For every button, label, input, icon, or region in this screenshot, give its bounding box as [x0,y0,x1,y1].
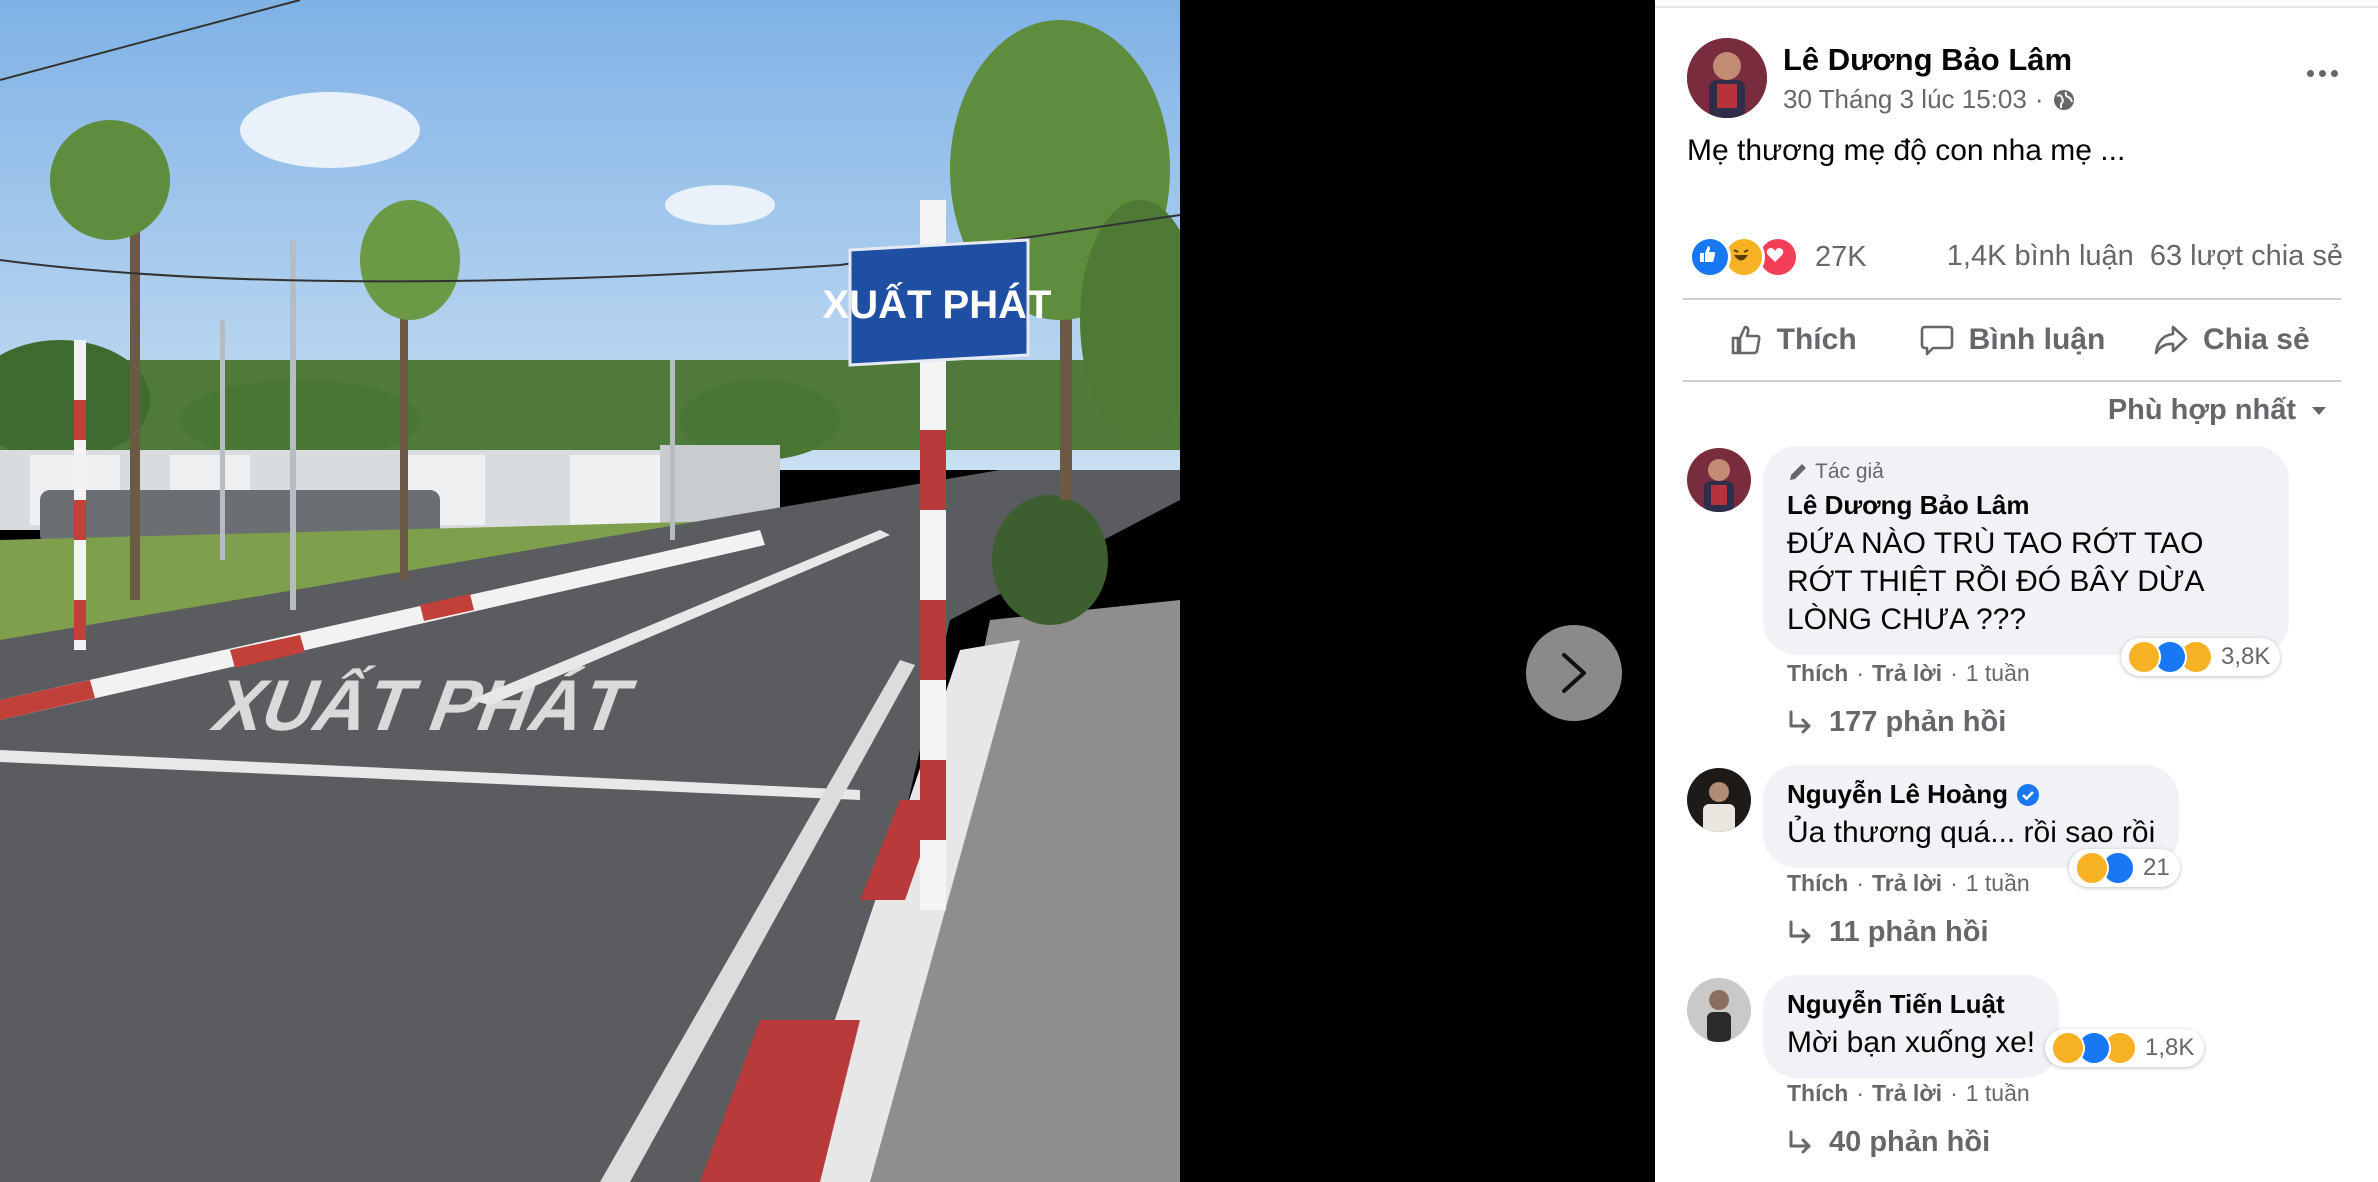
commenter-name[interactable]: Nguyễn Lê Hoàng [1787,779,2155,810]
comment-reaction-count: 1,8K [2145,1034,2195,1061]
comment-like-link[interactable]: Thích [1787,870,1848,897]
comment-text: Mời bạn xuống xe! [1787,1026,2036,1059]
author-badge-label: Tác giả [1815,460,1884,483]
post-photo[interactable]: XUẤT PHÁT XUẤT PHÁT [0,0,1180,1182]
comment-actions: Thích · Trả lời · 1 tuần [1787,660,2030,687]
comment-actions: Thích · Trả lời · 1 tuần [1787,870,2030,897]
thumbs-up-icon [1731,325,1761,355]
comments-count-link[interactable]: 1,4K bình luận [1947,240,2134,273]
divider [1655,6,2378,8]
chevron-right-icon [1562,653,1586,693]
replies-count: 177 phản hồi [1829,706,2007,738]
pencil-icon [1790,464,1806,480]
dot-separator: · [1856,870,1865,896]
comment-actions: Thích · Trả lời · 1 tuần [1787,1080,2030,1107]
commenter-avatar[interactable] [1687,448,1751,512]
globe-icon [2053,89,2074,110]
sign-text: XUẤT PHÁT [823,281,1052,327]
dot-icon [2319,70,2326,77]
haha-reaction-icon [2127,640,2161,674]
comment-text: ĐỨA NÀO TRÙ TAO RỚT TAO RỚT THIỆT RỒI ĐÓ… [1787,527,2204,636]
like-reaction-icon [1689,236,1731,278]
comment-sort-dropdown[interactable]: Phù hợp nhất [2108,394,2328,427]
next-photo-button[interactable] [1526,625,1622,721]
comment-reply-link[interactable]: Trả lời [1872,870,1942,897]
reaction-count: 27K [1815,240,1867,273]
view-replies-link[interactable]: 40 phản hồi [1787,1126,1990,1159]
view-replies-link[interactable]: 11 phản hồi [1787,916,1989,949]
comment-like-link[interactable]: Thích [1787,660,1848,687]
divider [1683,380,2341,382]
comment-reactions[interactable]: 3,8K [2121,638,2281,676]
reaction-summary[interactable]: 27K [1689,236,1867,278]
author-badge: Tác giả [1787,460,2265,484]
comment-reaction-count: 21 [2143,854,2170,881]
commenter-avatar[interactable] [1687,978,1751,1042]
road-text: XUẤT PHÁT [203,665,644,745]
commenter-name[interactable]: Nguyễn Tiến Luật [1787,989,2035,1020]
author-avatar[interactable] [1687,38,1767,118]
comment-reply-link[interactable]: Trả lời [1872,1080,1942,1107]
author-name[interactable]: Lê Dương Bảo Lâm [1783,42,2072,78]
comment-reply-link[interactable]: Trả lời [1872,660,1942,687]
haha-reaction-icon [2051,1031,2085,1065]
post-meta: 30 Tháng 3 lúc 15:03 · [1783,84,2076,115]
sort-label: Phù hợp nhất [2107,394,2296,426]
post-panel: Lê Dương Bảo Lâm 30 Tháng 3 lúc 15:03 · … [1655,0,2378,1182]
replies-count: 11 phản hồi [1829,916,1989,948]
like-button[interactable]: Thích [1683,300,1902,380]
dot-separator: · [1856,1080,1865,1106]
comment-reactions[interactable]: 1,8K [2045,1029,2205,1067]
reply-arrow-icon [1789,1130,1811,1153]
dot-separator: · [1950,1080,1958,1106]
post-actions: Thích Bình luận Chia sẻ [1683,300,2341,380]
dot-icon [2331,70,2338,77]
post-stats: 1,4K bình luận 63 lượt chia sẻ [1947,240,2343,273]
shares-count-link[interactable]: 63 lượt chia sẻ [2150,240,2343,273]
commenter-name[interactable]: Lê Dương Bảo Lâm [1787,490,2265,521]
comment-time[interactable]: 1 tuần [1966,660,2030,687]
dot-separator: · [1950,660,1958,686]
share-icon [2154,325,2188,355]
comment-label: Bình luận [1968,323,2106,356]
comment-like-link[interactable]: Thích [1787,1080,1848,1107]
commenter-avatar[interactable] [1687,768,1751,832]
photo-viewer: XUẤT PHÁT XUẤT PHÁT [0,0,1655,1182]
comment-button[interactable]: Bình luận [1902,300,2121,380]
reply-arrow-icon [1789,710,1811,733]
like-label: Thích [1776,323,1857,356]
haha-reaction-icon [2075,851,2109,885]
comment-bubble: Tác giả Lê Dương Bảo Lâm ĐỨA NÀO TRÙ TAO… [1763,446,2289,655]
comment-reaction-count: 3,8K [2221,643,2271,670]
comment-icon [1920,325,1953,356]
dot-separator: · [1950,870,1958,896]
comment-text: Ủa thương quá... rồi sao rồi [1787,816,2156,849]
post-timestamp[interactable]: 30 Tháng 3 lúc 15:03 [1783,84,2027,115]
share-button[interactable]: Chia sẻ [2122,300,2341,380]
verified-badge-icon [2017,783,2040,806]
comment-bubble: Nguyễn Tiến Luật Mời bạn xuống xe! [1763,975,2060,1078]
caret-down-icon [2312,406,2326,415]
replies-count: 40 phản hồi [1829,1126,1991,1158]
reply-arrow-icon [1789,920,1811,943]
comment-time[interactable]: 1 tuần [1966,870,2030,897]
post-text: Mẹ thương mẹ độ con nha mẹ ... [1687,134,2126,167]
dot-icon [2307,70,2314,77]
comment-reactions[interactable]: 21 [2069,849,2180,887]
more-options-button[interactable] [2303,58,2343,88]
meta-separator: · [2034,84,2044,114]
comment-time[interactable]: 1 tuần [1966,1080,2030,1107]
share-label: Chia sẻ [2202,323,2310,356]
dot-separator: · [1856,660,1865,686]
view-replies-link[interactable]: 177 phản hồi [1787,706,2006,739]
